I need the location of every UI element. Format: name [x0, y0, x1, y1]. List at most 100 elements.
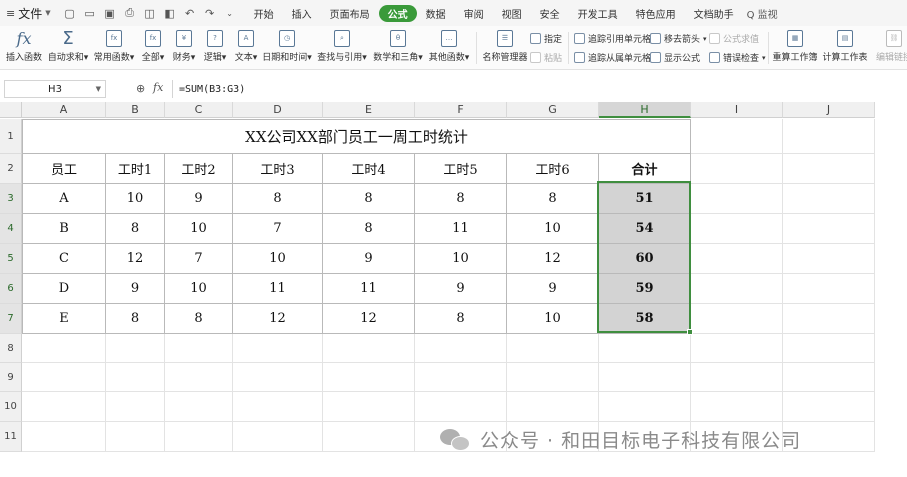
search-box[interactable]: Q 监视 — [747, 6, 778, 21]
cell-e3[interactable]: 8 — [323, 184, 415, 214]
row-header-7[interactable]: 7 — [0, 304, 22, 334]
cell-i5[interactable] — [691, 244, 783, 274]
cell-b7[interactable]: 8 — [106, 304, 165, 334]
cell-i8[interactable] — [691, 334, 783, 363]
autosum-button[interactable]: Σ 自动求和▾ — [47, 26, 89, 70]
cell-d3[interactable]: 8 — [233, 184, 323, 214]
cell-i7[interactable] — [691, 304, 783, 334]
row-header-4[interactable]: 4 — [0, 214, 22, 244]
tab-page-layout[interactable]: 页面布局 — [321, 6, 379, 21]
tab-insert[interactable]: 插入 — [283, 6, 321, 21]
fill-handle[interactable] — [687, 329, 693, 335]
new-document-icon[interactable]: ▢ — [63, 7, 77, 20]
tab-review[interactable]: 审阅 — [455, 6, 493, 21]
column-header-i[interactable]: I — [691, 102, 783, 118]
cell-b6[interactable]: 9 — [106, 274, 165, 304]
cell-j3[interactable] — [783, 184, 875, 214]
cell-c7[interactable]: 8 — [165, 304, 233, 334]
cell-c9[interactable] — [165, 363, 233, 392]
cell-g2[interactable]: 工时6 — [507, 154, 599, 184]
row-header-5[interactable]: 5 — [0, 244, 22, 274]
formula-input[interactable]: =SUM(B3:G3) — [172, 80, 907, 98]
cell-c4[interactable]: 10 — [165, 214, 233, 244]
name-box[interactable]: H3 ▼ — [4, 80, 106, 98]
cell-a5[interactable]: C — [22, 244, 106, 274]
cell-g3[interactable]: 8 — [507, 184, 599, 214]
cell-i10[interactable] — [691, 392, 783, 422]
cell-f8[interactable] — [415, 334, 507, 363]
cell-e4[interactable]: 8 — [323, 214, 415, 244]
cell-e8[interactable] — [323, 334, 415, 363]
row-header-3[interactable]: 3 — [0, 184, 22, 214]
column-header-e[interactable]: E — [323, 102, 415, 118]
cell-i3[interactable] — [691, 184, 783, 214]
cell-a7[interactable]: E — [22, 304, 106, 334]
column-header-c[interactable]: C — [165, 102, 233, 118]
cell-b4[interactable]: 8 — [106, 214, 165, 244]
export-icon[interactable]: ◧ — [163, 7, 177, 20]
cell-g5[interactable]: 12 — [507, 244, 599, 274]
fx-icon[interactable]: fx — [153, 81, 163, 94]
row-header-1[interactable]: 1 — [0, 119, 22, 154]
cell-f9[interactable] — [415, 363, 507, 392]
column-header-d[interactable]: D — [233, 102, 323, 118]
zoom-icon[interactable]: ⊕ — [136, 82, 145, 95]
row-header-8[interactable]: 8 — [0, 334, 22, 363]
row-header-11[interactable]: 11 — [0, 422, 22, 452]
common-functions-button[interactable]: fx 常用函数▾ — [93, 26, 135, 70]
redo-icon[interactable]: ↷ — [203, 7, 217, 20]
cell-h10[interactable] — [599, 392, 691, 422]
print-icon[interactable]: ⎙ — [123, 6, 137, 20]
cell-f6[interactable]: 9 — [415, 274, 507, 304]
cell-h5[interactable]: 60 — [599, 244, 691, 274]
cell-f3[interactable]: 8 — [415, 184, 507, 214]
cell-f5[interactable]: 10 — [415, 244, 507, 274]
open-folder-icon[interactable]: ▭ — [83, 7, 97, 20]
cell-b3[interactable]: 10 — [106, 184, 165, 214]
cell-j8[interactable] — [783, 334, 875, 363]
tab-security[interactable]: 安全 — [531, 6, 569, 21]
cell-j9[interactable] — [783, 363, 875, 392]
tab-view[interactable]: 视图 — [493, 6, 531, 21]
cell-a10[interactable] — [22, 392, 106, 422]
undo-icon[interactable]: ↶ — [183, 7, 197, 20]
define-name-button[interactable]: 指定 — [530, 32, 562, 45]
error-checking-button[interactable]: 错误检查 ▾ — [709, 51, 766, 64]
trace-precedents-button[interactable]: 追踪引用单元格 — [574, 32, 651, 45]
column-header-b[interactable]: B — [106, 102, 165, 118]
cell-a9[interactable] — [22, 363, 106, 392]
cell-c6[interactable]: 10 — [165, 274, 233, 304]
cell-c10[interactable] — [165, 392, 233, 422]
show-formulas-button[interactable]: 显示公式 — [650, 51, 700, 64]
trace-dependents-button[interactable]: 追踪从属单元格 — [574, 51, 651, 64]
cell-i1[interactable] — [691, 119, 783, 154]
math-trig-functions-button[interactable]: θ 数学和三角▾ — [373, 26, 423, 70]
cell-j6[interactable] — [783, 274, 875, 304]
cell-g4[interactable]: 10 — [507, 214, 599, 244]
text-functions-button[interactable]: A 文本▾ — [232, 26, 260, 70]
all-functions-button[interactable]: fx 全部▾ — [139, 26, 167, 70]
cell-d6[interactable]: 11 — [233, 274, 323, 304]
cell-c5[interactable]: 7 — [165, 244, 233, 274]
edit-links-button[interactable]: ⛓ 编辑链接 — [874, 26, 907, 70]
row-header-2[interactable]: 2 — [0, 154, 22, 184]
cell-d8[interactable] — [233, 334, 323, 363]
cell-g7[interactable]: 10 — [507, 304, 599, 334]
spreadsheet-grid[interactable]: A B C D E F G H I J 1 2 3 4 5 6 7 8 9 10 11 员工 工时1 工时2 工时3 工时4 工时5… — [0, 102, 907, 477]
datetime-functions-button[interactable]: ◷ 日期和时间▾ — [262, 26, 312, 70]
cell-h4[interactable]: 54 — [599, 214, 691, 244]
tab-home[interactable]: 开始 — [245, 6, 283, 21]
tab-data[interactable]: 数据 — [417, 6, 455, 21]
tab-developer[interactable]: 开发工具 — [569, 6, 627, 21]
cell-c2[interactable]: 工时2 — [165, 154, 233, 184]
cell-d10[interactable] — [233, 392, 323, 422]
column-header-g[interactable]: G — [507, 102, 599, 118]
calc-sheet-button[interactable]: ▤ 计算工作表 — [822, 26, 868, 70]
cell-d9[interactable] — [233, 363, 323, 392]
tab-doc-assistant[interactable]: 文档助手 — [685, 6, 743, 21]
insert-function-button[interactable]: fx 插入函数 — [4, 26, 44, 70]
cell-j2[interactable] — [783, 154, 875, 184]
cell-g6[interactable]: 9 — [507, 274, 599, 304]
cell-a3[interactable]: A — [22, 184, 106, 214]
cell-h9[interactable] — [599, 363, 691, 392]
